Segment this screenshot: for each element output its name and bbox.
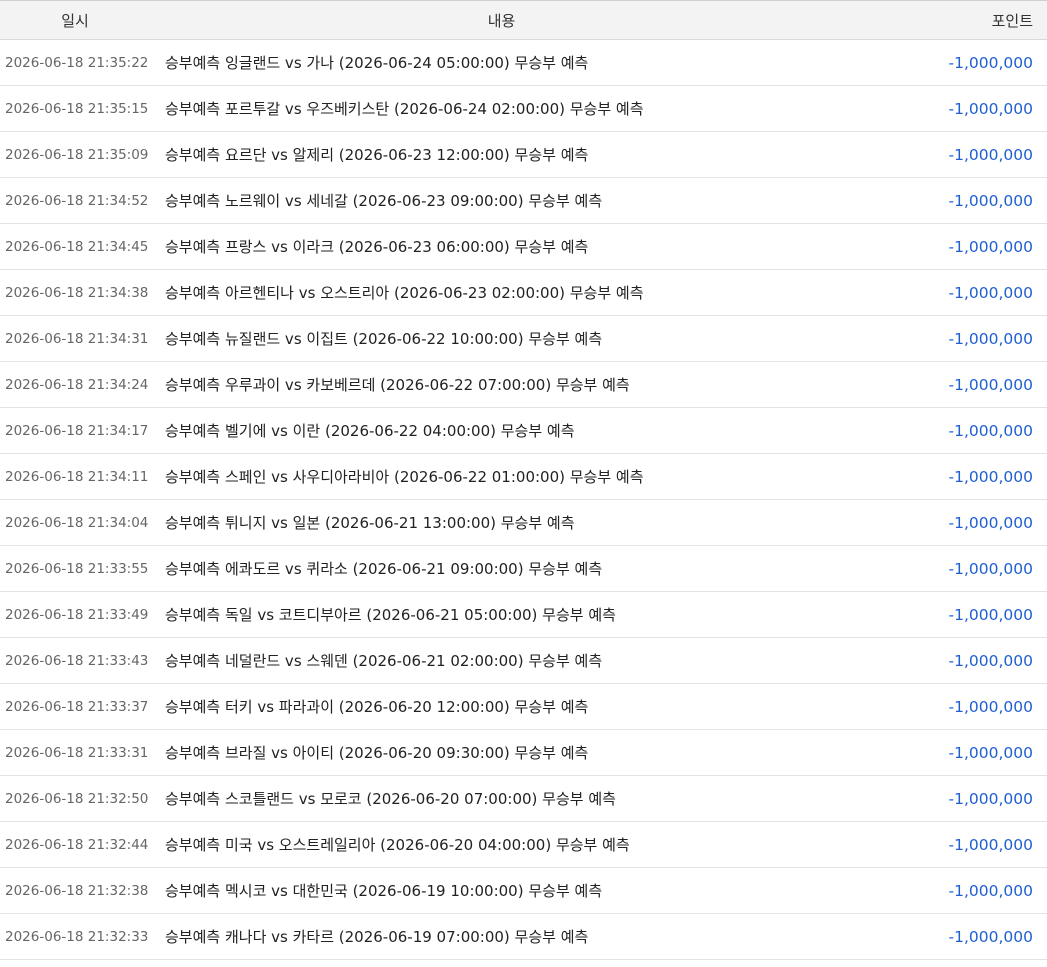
table-row: 2026-06-18 21:33:37 승부예측 터키 vs 파라과이 (2026… bbox=[0, 684, 1047, 730]
table-row: 2026-06-18 21:32:33 승부예측 캐나다 vs 카타르 (2026… bbox=[0, 914, 1047, 960]
row-date: 2026-06-18 21:35:22 bbox=[5, 54, 149, 71]
row-points: -1,000,000 bbox=[948, 283, 1033, 302]
table-row: 2026-06-18 21:34:38 승부예측 아르헨티나 vs 오스트리아 (… bbox=[0, 270, 1047, 316]
row-date: 2026-06-18 21:32:50 bbox=[5, 790, 149, 807]
row-points: -1,000,000 bbox=[948, 927, 1033, 946]
row-content: 승부예측 터키 vs 파라과이 (2026-06-20 12:00:00) 무승… bbox=[165, 698, 589, 716]
table-body: 2026-06-18 21:35:22 승부예측 잉글랜드 vs 가나 (2026… bbox=[0, 40, 1047, 960]
row-date: 2026-06-18 21:34:52 bbox=[5, 192, 149, 209]
row-points: -1,000,000 bbox=[948, 145, 1033, 164]
row-content: 승부예측 캐나다 vs 카타르 (2026-06-19 07:00:00) 무승… bbox=[165, 928, 589, 946]
row-date: 2026-06-18 21:35:09 bbox=[5, 146, 149, 163]
row-points: -1,000,000 bbox=[948, 375, 1033, 394]
row-points: -1,000,000 bbox=[948, 697, 1033, 716]
table-row: 2026-06-18 21:34:45 승부예측 프랑스 vs 이라크 (2026… bbox=[0, 224, 1047, 270]
row-content: 승부예측 노르웨이 vs 세네갈 (2026-06-23 09:00:00) 무… bbox=[165, 192, 603, 210]
row-points: -1,000,000 bbox=[948, 743, 1033, 762]
row-content: 승부예측 미국 vs 오스트레일리아 (2026-06-20 04:00:00)… bbox=[165, 836, 630, 854]
row-content: 승부예측 에콰도르 vs 퀴라소 (2026-06-21 09:00:00) 무… bbox=[165, 560, 603, 578]
row-points: -1,000,000 bbox=[948, 421, 1033, 440]
header-date: 일시 bbox=[61, 11, 89, 30]
row-points: -1,000,000 bbox=[948, 191, 1033, 210]
row-content: 승부예측 스페인 vs 사우디아라비아 (2026-06-22 01:00:00… bbox=[165, 468, 644, 486]
row-date: 2026-06-18 21:33:55 bbox=[5, 560, 149, 577]
row-points: -1,000,000 bbox=[948, 513, 1033, 532]
table-row: 2026-06-18 21:34:11 승부예측 스페인 vs 사우디아라비아 (… bbox=[0, 454, 1047, 500]
table-row: 2026-06-18 21:32:38 승부예측 멕시코 vs 대한민국 (202… bbox=[0, 868, 1047, 914]
table-row: 2026-06-18 21:32:44 승부예측 미국 vs 오스트레일리아 (2… bbox=[0, 822, 1047, 868]
row-points: -1,000,000 bbox=[948, 651, 1033, 670]
header-content: 내용 bbox=[487, 11, 516, 30]
row-points: -1,000,000 bbox=[948, 99, 1033, 118]
row-date: 2026-06-18 21:34:45 bbox=[5, 238, 149, 255]
row-content: 승부예측 프랑스 vs 이라크 (2026-06-23 06:00:00) 무승… bbox=[165, 238, 589, 256]
table-row: 2026-06-18 21:35:22 승부예측 잉글랜드 vs 가나 (2026… bbox=[0, 40, 1047, 86]
table-row: 2026-06-18 21:35:15 승부예측 포르투갈 vs 우즈베키스탄 (… bbox=[0, 86, 1047, 132]
row-points: -1,000,000 bbox=[948, 467, 1033, 486]
points-history-table: 일시 내용 포인트 2026-06-18 21:35:22 승부예측 잉글랜드 v… bbox=[0, 0, 1047, 960]
row-points: -1,000,000 bbox=[948, 789, 1033, 808]
row-points: -1,000,000 bbox=[948, 559, 1033, 578]
row-content: 승부예측 튀니지 vs 일본 (2026-06-21 13:00:00) 무승부… bbox=[165, 514, 575, 532]
table-row: 2026-06-18 21:34:24 승부예측 우루과이 vs 카보베르데 (2… bbox=[0, 362, 1047, 408]
table-row: 2026-06-18 21:34:31 승부예측 뉴질랜드 vs 이집트 (202… bbox=[0, 316, 1047, 362]
row-content: 승부예측 벨기에 vs 이란 (2026-06-22 04:00:00) 무승부… bbox=[165, 422, 575, 440]
row-date: 2026-06-18 21:34:38 bbox=[5, 284, 149, 301]
table-row: 2026-06-18 21:33:55 승부예측 에콰도르 vs 퀴라소 (202… bbox=[0, 546, 1047, 592]
row-content: 승부예측 네덜란드 vs 스웨덴 (2026-06-21 02:00:00) 무… bbox=[165, 652, 603, 670]
table-row: 2026-06-18 21:34:04 승부예측 튀니지 vs 일본 (2026-… bbox=[0, 500, 1047, 546]
row-date: 2026-06-18 21:33:37 bbox=[5, 698, 149, 715]
row-date: 2026-06-18 21:32:33 bbox=[5, 928, 149, 945]
table-row: 2026-06-18 21:34:17 승부예측 벨기에 vs 이란 (2026-… bbox=[0, 408, 1047, 454]
row-points: -1,000,000 bbox=[948, 53, 1033, 72]
row-date: 2026-06-18 21:34:11 bbox=[5, 468, 149, 485]
table-row: 2026-06-18 21:33:49 승부예측 독일 vs 코트디부아르 (20… bbox=[0, 592, 1047, 638]
row-content: 승부예측 독일 vs 코트디부아르 (2026-06-21 05:00:00) … bbox=[165, 606, 616, 624]
header-points: 포인트 bbox=[991, 11, 1033, 30]
row-points: -1,000,000 bbox=[948, 605, 1033, 624]
row-content: 승부예측 잉글랜드 vs 가나 (2026-06-24 05:00:00) 무승… bbox=[165, 54, 589, 72]
table-row: 2026-06-18 21:35:09 승부예측 요르단 vs 알제리 (2026… bbox=[0, 132, 1047, 178]
row-date: 2026-06-18 21:33:43 bbox=[5, 652, 149, 669]
row-points: -1,000,000 bbox=[948, 881, 1033, 900]
row-content: 승부예측 요르단 vs 알제리 (2026-06-23 12:00:00) 무승… bbox=[165, 146, 589, 164]
row-content: 승부예측 아르헨티나 vs 오스트리아 (2026-06-23 02:00:00… bbox=[165, 284, 644, 302]
row-points: -1,000,000 bbox=[948, 237, 1033, 256]
row-content: 승부예측 멕시코 vs 대한민국 (2026-06-19 10:00:00) 무… bbox=[165, 882, 603, 900]
table-row: 2026-06-18 21:34:52 승부예측 노르웨이 vs 세네갈 (202… bbox=[0, 178, 1047, 224]
row-content: 승부예측 우루과이 vs 카보베르데 (2026-06-22 07:00:00)… bbox=[165, 376, 630, 394]
row-date: 2026-06-18 21:34:04 bbox=[5, 514, 149, 531]
row-points: -1,000,000 bbox=[948, 329, 1033, 348]
row-date: 2026-06-18 21:33:49 bbox=[5, 606, 149, 623]
row-date: 2026-06-18 21:33:31 bbox=[5, 744, 149, 761]
table-row: 2026-06-18 21:33:31 승부예측 브라질 vs 아이티 (2026… bbox=[0, 730, 1047, 776]
row-points: -1,000,000 bbox=[948, 835, 1033, 854]
table-row: 2026-06-18 21:32:50 승부예측 스코틀랜드 vs 모로코 (20… bbox=[0, 776, 1047, 822]
row-content: 승부예측 스코틀랜드 vs 모로코 (2026-06-20 07:00:00) … bbox=[165, 790, 616, 808]
row-date: 2026-06-18 21:34:24 bbox=[5, 376, 149, 393]
table-row: 2026-06-18 21:33:43 승부예측 네덜란드 vs 스웨덴 (202… bbox=[0, 638, 1047, 684]
row-content: 승부예측 포르투갈 vs 우즈베키스탄 (2026-06-24 02:00:00… bbox=[165, 100, 644, 118]
row-date: 2026-06-18 21:32:38 bbox=[5, 882, 149, 899]
row-date: 2026-06-18 21:34:17 bbox=[5, 422, 149, 439]
row-content: 승부예측 브라질 vs 아이티 (2026-06-20 09:30:00) 무승… bbox=[165, 744, 589, 762]
row-content: 승부예측 뉴질랜드 vs 이집트 (2026-06-22 10:00:00) 무… bbox=[165, 330, 603, 348]
table-header: 일시 내용 포인트 bbox=[0, 1, 1047, 40]
row-date: 2026-06-18 21:35:15 bbox=[5, 100, 149, 117]
row-date: 2026-06-18 21:34:31 bbox=[5, 330, 149, 347]
row-date: 2026-06-18 21:32:44 bbox=[5, 836, 149, 853]
